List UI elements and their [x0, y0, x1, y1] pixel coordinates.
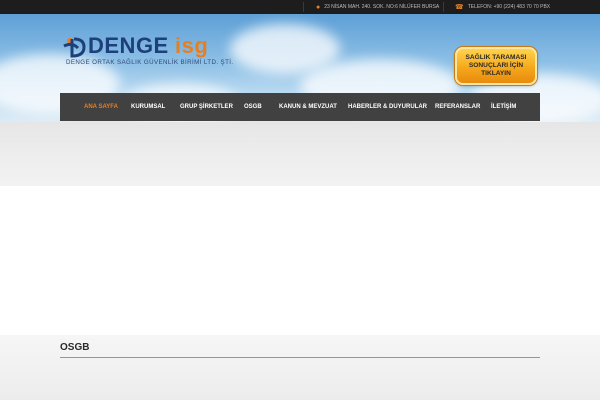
logo-mark-icon — [63, 37, 86, 58]
address-info: ● 23 NİSAN MAH. 240. SOK. NO:6 NİLÜFER B… — [316, 0, 439, 14]
top-bar-divider — [443, 2, 444, 12]
phone-icon: ☎ — [455, 3, 464, 11]
banner-band — [0, 122, 600, 186]
main-navigation: ANA SAYFA KURUMSAL GRUP ŞİRKETLER OSGB K… — [60, 93, 540, 121]
top-bar: ● 23 NİSAN MAH. 240. SOK. NO:6 NİLÜFER B… — [0, 0, 600, 14]
phone-info: ☎ TELEFON: +90 (224) 483 70 70 PBX — [455, 0, 550, 14]
cta-label: SAĞLIK TARAMASI SONUÇLARI İÇİN TIKLAYIN — [465, 54, 527, 77]
nav-item-osgb[interactable]: OSGB — [244, 93, 262, 121]
map-pin-icon: ● — [316, 3, 321, 11]
section-title: OSGB — [60, 342, 90, 353]
address-text: 23 NİSAN MAH. 240. SOK. NO:6 NİLÜFER BUR… — [324, 4, 440, 10]
logo-word-isg: isg — [175, 33, 209, 58]
nav-item-grup-sirketler[interactable]: GRUP ŞİRKETLER — [180, 93, 233, 121]
logo-word-denge: DENGE — [88, 33, 169, 58]
top-bar-divider — [303, 2, 304, 12]
nav-item-iletisim[interactable]: İLETİŞİM — [491, 93, 516, 121]
nav-item-kanun-mevzuat[interactable]: KANUN & MEVZUAT — [279, 93, 337, 121]
osgb-section: OSGB — [0, 335, 600, 400]
logo-subtitle: DENGE ORTAK SAĞLIK GÜVENLİK BİRİMİ LTD. … — [66, 59, 234, 66]
phone-text: TELEFON: +90 (224) 483 70 70 PBX — [467, 4, 551, 10]
nav-item-ana-sayfa[interactable]: ANA SAYFA — [84, 93, 118, 121]
site-logo[interactable]: DENGE isg DENGE ORTAK SAĞLIK GÜVENLİK Bİ… — [62, 34, 242, 78]
nav-item-haberler-duyurular[interactable]: HABERLER & DUYURULAR — [348, 93, 427, 121]
nav-item-referanslar[interactable]: REFERANSLAR — [435, 93, 480, 121]
nav-item-kurumsal[interactable]: KURUMSAL — [131, 93, 165, 121]
section-divider — [60, 357, 540, 358]
health-screening-results-button[interactable]: SAĞLIK TARAMASI SONUÇLARI İÇİN TIKLAYIN — [455, 47, 537, 85]
